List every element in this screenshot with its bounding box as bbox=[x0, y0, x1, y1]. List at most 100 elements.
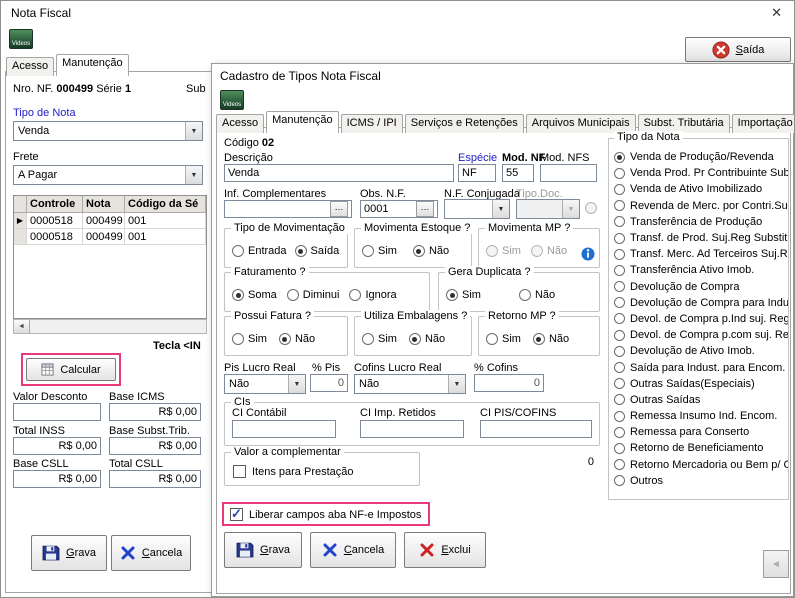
tipo-da-nota-option[interactable]: Venda de Ativo Imobilizado bbox=[609, 181, 788, 197]
col-codigo-serie[interactable]: Código da Sé bbox=[125, 196, 206, 213]
pct-pis-field[interactable]: 0 bbox=[310, 374, 348, 392]
radio-option-soma[interactable]: Soma bbox=[232, 289, 277, 301]
base-icms-field[interactable]: R$ 0,00 bbox=[109, 403, 201, 421]
tipo-da-nota-option[interactable]: Retorno Mercadoria ou Bem p/ C bbox=[609, 457, 788, 473]
tab-servicos-retencoes[interactable]: Serviços e Retenções bbox=[405, 114, 524, 133]
radio-option-não[interactable]: Não bbox=[413, 245, 449, 257]
radio-option-ignora[interactable]: Ignora bbox=[349, 289, 396, 301]
radio-circle[interactable] bbox=[614, 427, 625, 438]
tipo-de-nota-select[interactable]: Venda ▼ bbox=[13, 121, 203, 141]
tipo-da-nota-option[interactable]: Transferência Ativo Imob. bbox=[609, 262, 788, 278]
radio-circle[interactable] bbox=[614, 168, 625, 179]
grava-button[interactable]: Grava bbox=[224, 532, 302, 568]
radio-circle[interactable] bbox=[486, 333, 498, 345]
radio-circle[interactable] bbox=[614, 378, 625, 389]
cancela-button[interactable]: Cancela bbox=[111, 535, 191, 571]
tipo-da-nota-option[interactable]: Retorno de Beneficiamento bbox=[609, 440, 788, 456]
radio-circle[interactable] bbox=[614, 475, 625, 486]
radio-circle[interactable] bbox=[362, 333, 374, 345]
inf-complementares-field[interactable]: … bbox=[224, 200, 352, 218]
radio-option-sim[interactable]: Sim bbox=[446, 289, 481, 301]
radio-circle[interactable] bbox=[287, 289, 299, 301]
radio-circle[interactable] bbox=[279, 333, 291, 345]
radio-circle[interactable] bbox=[614, 200, 625, 211]
checkbox-box[interactable] bbox=[233, 465, 246, 478]
radio-circle[interactable] bbox=[362, 245, 374, 257]
especie-field[interactable]: NF bbox=[458, 164, 496, 182]
notas-grid[interactable]: Controle Nota Código da Sé ▶000051800049… bbox=[13, 195, 207, 319]
obs-nf-field[interactable]: 0001 … bbox=[360, 200, 438, 218]
tipo-da-nota-option[interactable]: Outras Saídas bbox=[609, 392, 788, 408]
scroll-left-icon[interactable]: ◄ bbox=[14, 320, 30, 333]
radio-circle[interactable] bbox=[614, 394, 625, 405]
tipo-da-nota-option[interactable]: Devol. de Compra p.com suj. Re bbox=[609, 327, 788, 343]
tab-importacao[interactable]: Importação bbox=[732, 114, 795, 133]
base-subst-field[interactable]: R$ 0,00 bbox=[109, 437, 201, 455]
tipo-da-nota-option[interactable]: Venda de Produção/Revenda bbox=[609, 149, 788, 165]
radio-option-entrada[interactable]: Entrada bbox=[232, 245, 287, 257]
radio-option-saída[interactable]: Saída bbox=[295, 245, 340, 257]
radio-circle[interactable] bbox=[349, 289, 361, 301]
grava-button[interactable]: Grava bbox=[31, 535, 107, 571]
radio-option-sim[interactable]: Sim bbox=[486, 333, 521, 345]
col-nota[interactable]: Nota bbox=[83, 196, 125, 213]
mod-nf-field[interactable]: 55 bbox=[502, 164, 534, 182]
tipo-da-nota-option[interactable]: Remessa Insumo Ind. Encom. bbox=[609, 408, 788, 424]
ellipsis-button[interactable]: … bbox=[330, 201, 348, 217]
ci-imp-retidos-field[interactable] bbox=[360, 420, 464, 438]
cancela-button[interactable]: Cancela bbox=[310, 532, 396, 568]
cofins-lucro-real-select[interactable]: Não ▼ bbox=[354, 374, 466, 394]
radio-circle[interactable] bbox=[614, 184, 625, 195]
base-csll-field[interactable]: R$ 0,00 bbox=[13, 470, 101, 488]
itens-prestacao-checkbox[interactable]: Itens para Prestação bbox=[233, 465, 354, 478]
descricao-field[interactable]: Venda bbox=[224, 164, 454, 182]
tipo-da-nota-option[interactable]: Devol. de Compra p.Ind suj. Regi bbox=[609, 311, 788, 327]
tipo-da-nota-option[interactable]: Venda Prod. Pr Contribuinte Subs bbox=[609, 165, 788, 181]
chevron-down-icon[interactable]: ▼ bbox=[185, 122, 202, 140]
tab-icms-ipi[interactable]: ICMS / IPI bbox=[341, 114, 403, 133]
ci-contabil-field[interactable] bbox=[232, 420, 336, 438]
radio-circle[interactable] bbox=[614, 459, 625, 470]
radio-circle[interactable] bbox=[614, 313, 625, 324]
radio-circle[interactable] bbox=[614, 297, 625, 308]
chevron-down-icon[interactable]: ▼ bbox=[288, 375, 305, 393]
tipo-da-nota-option[interactable]: Transf. de Prod. Suj.Reg Substitu bbox=[609, 230, 788, 246]
radio-circle[interactable] bbox=[614, 346, 625, 357]
radio-circle[interactable] bbox=[232, 289, 244, 301]
tab-acesso[interactable]: Acesso bbox=[6, 57, 54, 76]
radio-circle[interactable] bbox=[614, 443, 625, 454]
chevron-down-icon[interactable]: ▼ bbox=[492, 200, 509, 218]
radio-circle[interactable] bbox=[409, 333, 421, 345]
ellipsis-button[interactable]: … bbox=[416, 201, 434, 217]
tipo-da-nota-option[interactable]: Revenda de Merc. por Contri.Sub bbox=[609, 198, 788, 214]
radio-circle[interactable] bbox=[232, 333, 244, 345]
tipo-da-nota-option[interactable]: Remessa para Conserto bbox=[609, 424, 788, 440]
chevron-down-icon[interactable]: ▼ bbox=[448, 375, 465, 393]
radio-circle[interactable] bbox=[413, 245, 425, 257]
videos-toolbar-icon[interactable]: Videos bbox=[9, 29, 33, 49]
radio-circle[interactable] bbox=[614, 249, 625, 260]
radio-circle[interactable] bbox=[614, 411, 625, 422]
scroll-track[interactable] bbox=[30, 320, 206, 333]
exclui-button[interactable]: Exclui bbox=[404, 532, 486, 568]
tipo-da-nota-option[interactable]: Devolução de Compra para Indu bbox=[609, 295, 788, 311]
frete-select[interactable]: A Pagar ▼ bbox=[13, 165, 203, 185]
videos-toolbar-icon[interactable]: Videos bbox=[220, 90, 244, 110]
radio-circle[interactable] bbox=[519, 289, 531, 301]
radio-option-não[interactable]: Não bbox=[279, 333, 315, 345]
total-inss-field[interactable]: R$ 0,00 bbox=[13, 437, 101, 455]
radio-option-não[interactable]: Não bbox=[409, 333, 445, 345]
tipo-da-nota-option[interactable]: Outros bbox=[609, 473, 788, 489]
col-controle[interactable]: Controle bbox=[27, 196, 83, 213]
ci-pis-cofins-field[interactable] bbox=[480, 420, 592, 438]
radio-option-sim[interactable]: Sim bbox=[362, 333, 397, 345]
radio-option-não[interactable]: Não bbox=[533, 333, 569, 345]
valor-desconto-field[interactable] bbox=[13, 403, 101, 421]
tipo-da-nota-option[interactable]: Outras Saídas(Especiais) bbox=[609, 376, 788, 392]
table-row[interactable]: ▶0000518000499001 bbox=[14, 213, 206, 229]
radio-circle[interactable] bbox=[232, 245, 244, 257]
saida-button[interactable]: Saída bbox=[685, 37, 791, 62]
nf-conjugada-select[interactable]: ▼ bbox=[444, 199, 510, 219]
calcular-button[interactable]: Calcular bbox=[26, 358, 116, 381]
close-icon[interactable]: ✕ bbox=[771, 5, 782, 21]
